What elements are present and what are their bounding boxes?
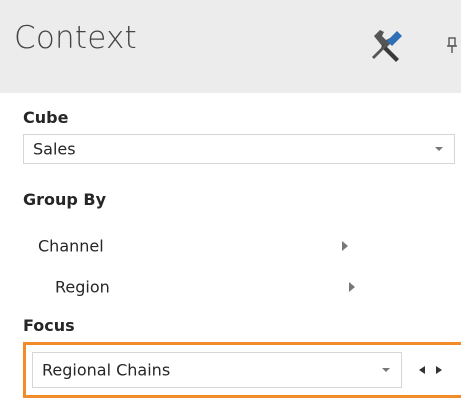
cube-dropdown[interactable]: Sales: [23, 134, 455, 164]
group-by-item-region[interactable]: Region: [55, 273, 375, 301]
chevron-down-icon: [382, 368, 390, 372]
cube-dropdown-value: Sales: [33, 139, 76, 159]
focus-dropdown[interactable]: Regional Chains: [32, 352, 402, 388]
panel-header: Context: [0, 0, 461, 93]
focus-label: Focus: [23, 316, 75, 335]
tools-icon[interactable]: [366, 26, 406, 66]
focus-dropdown-value: Regional Chains: [42, 360, 171, 380]
chevron-right-icon: [342, 241, 348, 251]
chevron-left-icon[interactable]: [419, 366, 425, 374]
group-by-label: Group By: [23, 190, 107, 209]
focus-highlight: Regional Chains: [23, 342, 461, 398]
cube-label: Cube: [23, 108, 69, 127]
group-by-item-label: Region: [55, 277, 110, 297]
chevron-right-icon[interactable]: [436, 366, 442, 374]
group-by-item-label: Channel: [38, 236, 104, 256]
chevron-down-icon: [435, 147, 443, 151]
group-by-item-channel[interactable]: Channel: [38, 232, 358, 260]
context-panel: Context Cube Sales Group By Channel Regi…: [0, 0, 461, 400]
panel-title: Context: [14, 20, 137, 56]
pin-icon[interactable]: [446, 36, 460, 56]
chevron-right-icon: [349, 282, 355, 292]
